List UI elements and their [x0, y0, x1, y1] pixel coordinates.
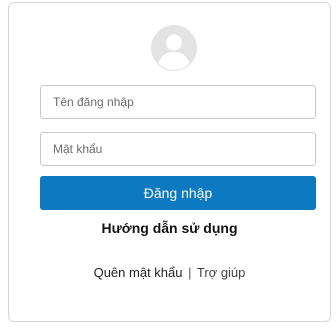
help-link[interactable]: Trợ giúp — [197, 265, 246, 280]
login-card: Đăng nhập Hướng dẫn sử dụng Quên mật khẩ… — [8, 2, 331, 322]
link-separator: | — [188, 265, 192, 280]
login-button[interactable]: Đăng nhập — [40, 176, 316, 210]
footer-links: Quên mật khẩu | Trợ giúp — [9, 265, 330, 280]
forgot-password-link[interactable]: Quên mật khẩu — [94, 265, 183, 280]
password-input[interactable] — [40, 132, 316, 166]
username-input[interactable] — [40, 85, 316, 119]
user-avatar-icon — [151, 25, 197, 71]
user-guide-link[interactable]: Hướng dẫn sử dụng — [9, 220, 330, 236]
